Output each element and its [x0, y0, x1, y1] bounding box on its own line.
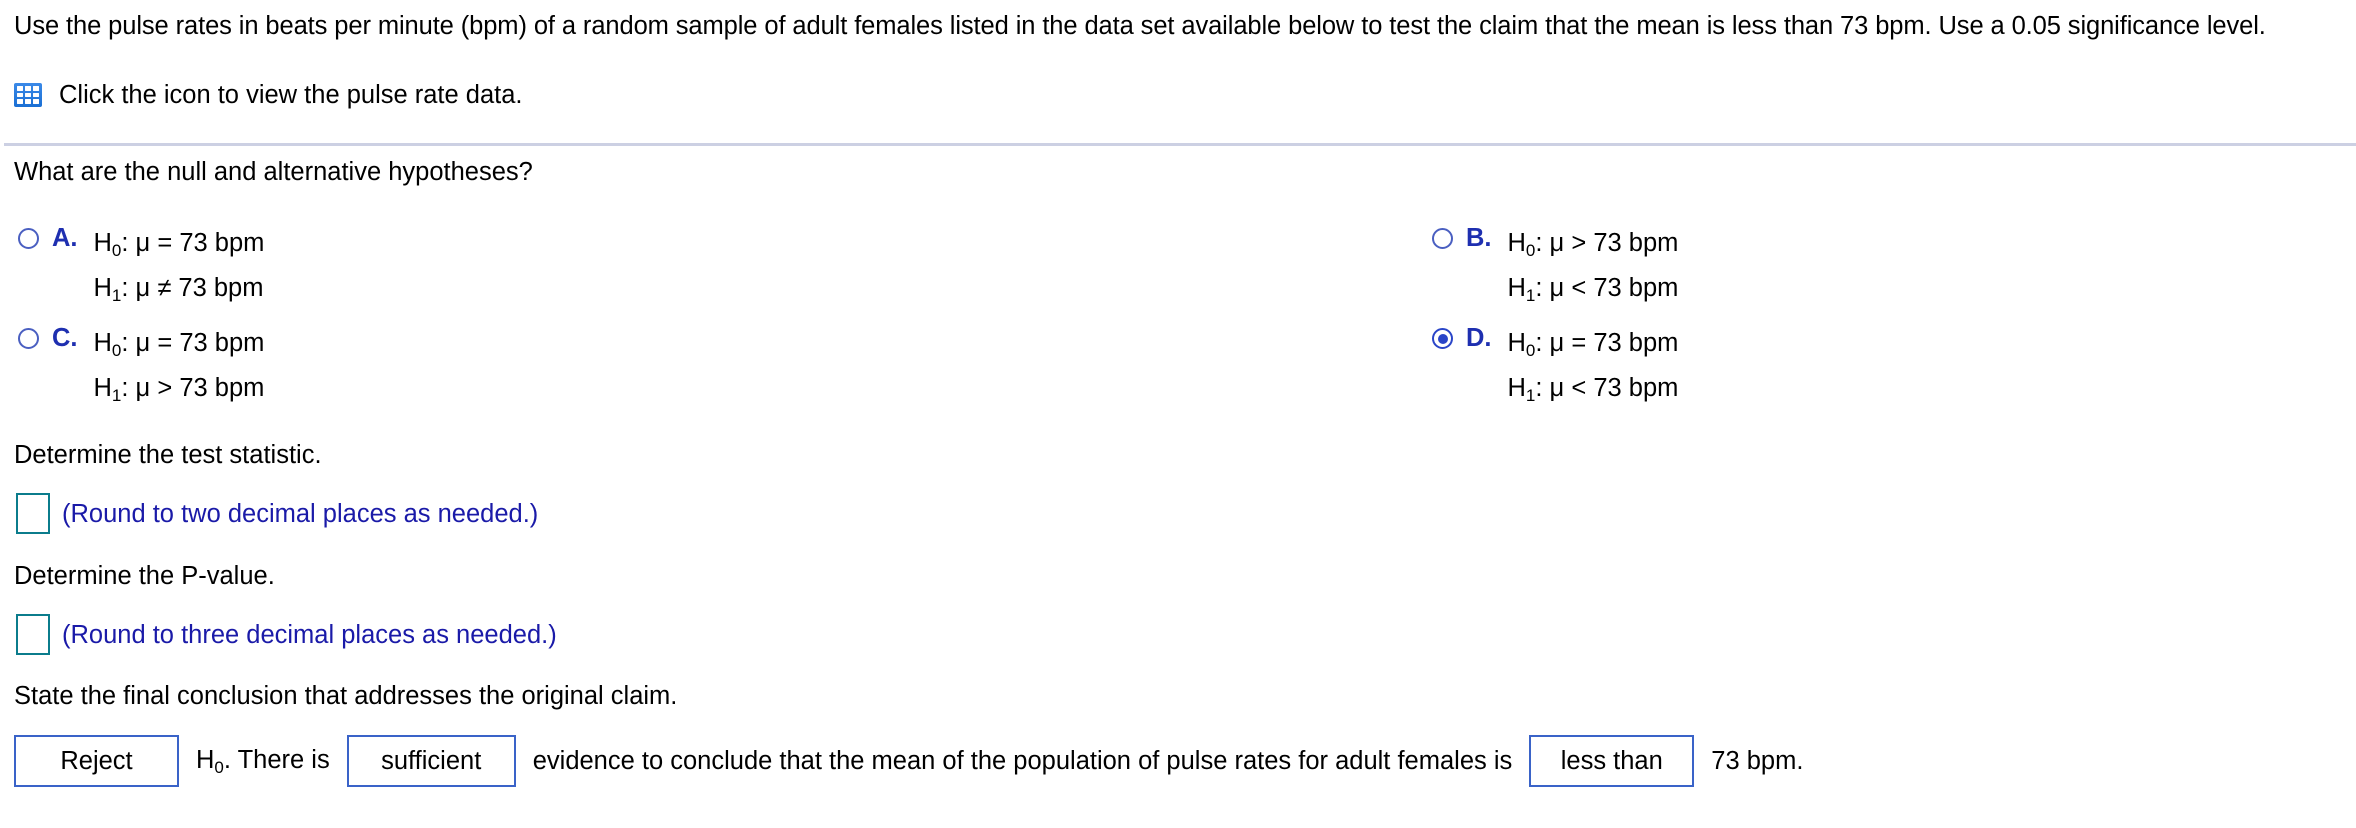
table-grid-icon[interactable]: [14, 83, 42, 107]
icon-cell: [33, 86, 39, 91]
exercise-page: Use the pulse rates in beats per minute …: [0, 0, 2356, 828]
choice-body-d: H0: μ = 73 bpm H1: μ < 73 bpm: [1508, 322, 1679, 412]
p-value-hint: (Round to three decimal places as needed…: [62, 620, 557, 649]
icon-cell: [17, 99, 23, 104]
conclusion-h0-text: H0. There is: [196, 745, 330, 777]
icon-cell: [25, 92, 31, 98]
test-statistic-answer-row: (Round to two decimal places as needed.): [16, 493, 538, 534]
radio-option-a[interactable]: [18, 228, 39, 249]
choice-option-c[interactable]: C. H0: μ = 73 bpm H1: μ > 73 bpm: [18, 322, 264, 412]
alt-hypothesis-a: H1: μ ≠ 73 bpm: [93, 274, 264, 305]
section-divider: [4, 143, 2356, 146]
icon-cell: [17, 86, 23, 91]
conclusion-middle-text: evidence to conclude that the mean of th…: [532, 747, 1513, 775]
choice-letter-d: D.: [1466, 324, 1492, 352]
p-value-prompt: Determine the P-value.: [14, 562, 275, 590]
test-statistic-prompt: Determine the test statistic.: [14, 441, 322, 469]
conclusion-row: Reject H0. There is sufficient evidence …: [14, 735, 1803, 787]
icon-cell: [25, 99, 31, 104]
problem-statement: Use the pulse rates in beats per minute …: [14, 12, 2266, 40]
choice-option-a[interactable]: A. H0: μ = 73 bpm H1: μ ≠ 73 bpm: [18, 222, 264, 312]
choice-body-b: H0: μ > 73 bpm H1: μ < 73 bpm: [1508, 222, 1679, 312]
choice-option-d[interactable]: D. H0: μ = 73 bpm H1: μ < 73 bpm: [1432, 322, 1678, 412]
alt-hypothesis-b: H1: μ < 73 bpm: [1507, 274, 1679, 305]
choice-letter-a: A.: [52, 224, 78, 252]
test-statistic-input[interactable]: [16, 493, 50, 534]
comparison-dropdown[interactable]: less than: [1529, 735, 1695, 787]
decision-dropdown[interactable]: Reject: [14, 735, 179, 787]
data-set-link-label: Click the icon to view the pulse rate da…: [59, 81, 523, 109]
null-hypothesis-b: H0: μ > 73 bpm: [1507, 229, 1679, 260]
choice-body-c: H0: μ = 73 bpm H1: μ > 73 bpm: [94, 322, 265, 412]
icon-cell: [25, 86, 31, 91]
choice-letter-b: B.: [1466, 224, 1492, 252]
radio-option-c[interactable]: [18, 328, 39, 349]
null-hypothesis-a: H0: μ = 73 bpm: [93, 229, 265, 260]
choice-letter-c: C.: [52, 324, 78, 352]
icon-cell: [33, 99, 39, 104]
radio-option-b[interactable]: [1432, 228, 1453, 249]
hypotheses-question-prompt: What are the null and alternative hypoth…: [14, 158, 533, 186]
alt-hypothesis-c: H1: μ > 73 bpm: [93, 374, 265, 405]
null-hypothesis-d: H0: μ = 73 bpm: [1507, 329, 1679, 360]
null-hypothesis-c: H0: μ = 73 bpm: [93, 329, 265, 360]
p-value-answer-row: (Round to three decimal places as needed…: [16, 614, 557, 655]
sufficiency-dropdown[interactable]: sufficient: [346, 735, 516, 787]
icon-cell: [17, 92, 23, 98]
choice-option-b[interactable]: B. H0: μ > 73 bpm H1: μ < 73 bpm: [1432, 222, 1678, 312]
conclusion-prompt: State the final conclusion that addresse…: [14, 682, 678, 710]
choice-body-a: H0: μ = 73 bpm H1: μ ≠ 73 bpm: [94, 222, 265, 312]
test-statistic-hint: (Round to two decimal places as needed.): [62, 499, 539, 528]
p-value-input[interactable]: [16, 614, 50, 655]
data-set-link-row[interactable]: Click the icon to view the pulse rate da…: [14, 78, 523, 112]
alt-hypothesis-d: H1: μ < 73 bpm: [1507, 374, 1679, 405]
radio-option-d[interactable]: [1432, 328, 1453, 349]
conclusion-tail-text: 73 bpm.: [1711, 747, 1804, 775]
icon-cell: [33, 92, 39, 98]
